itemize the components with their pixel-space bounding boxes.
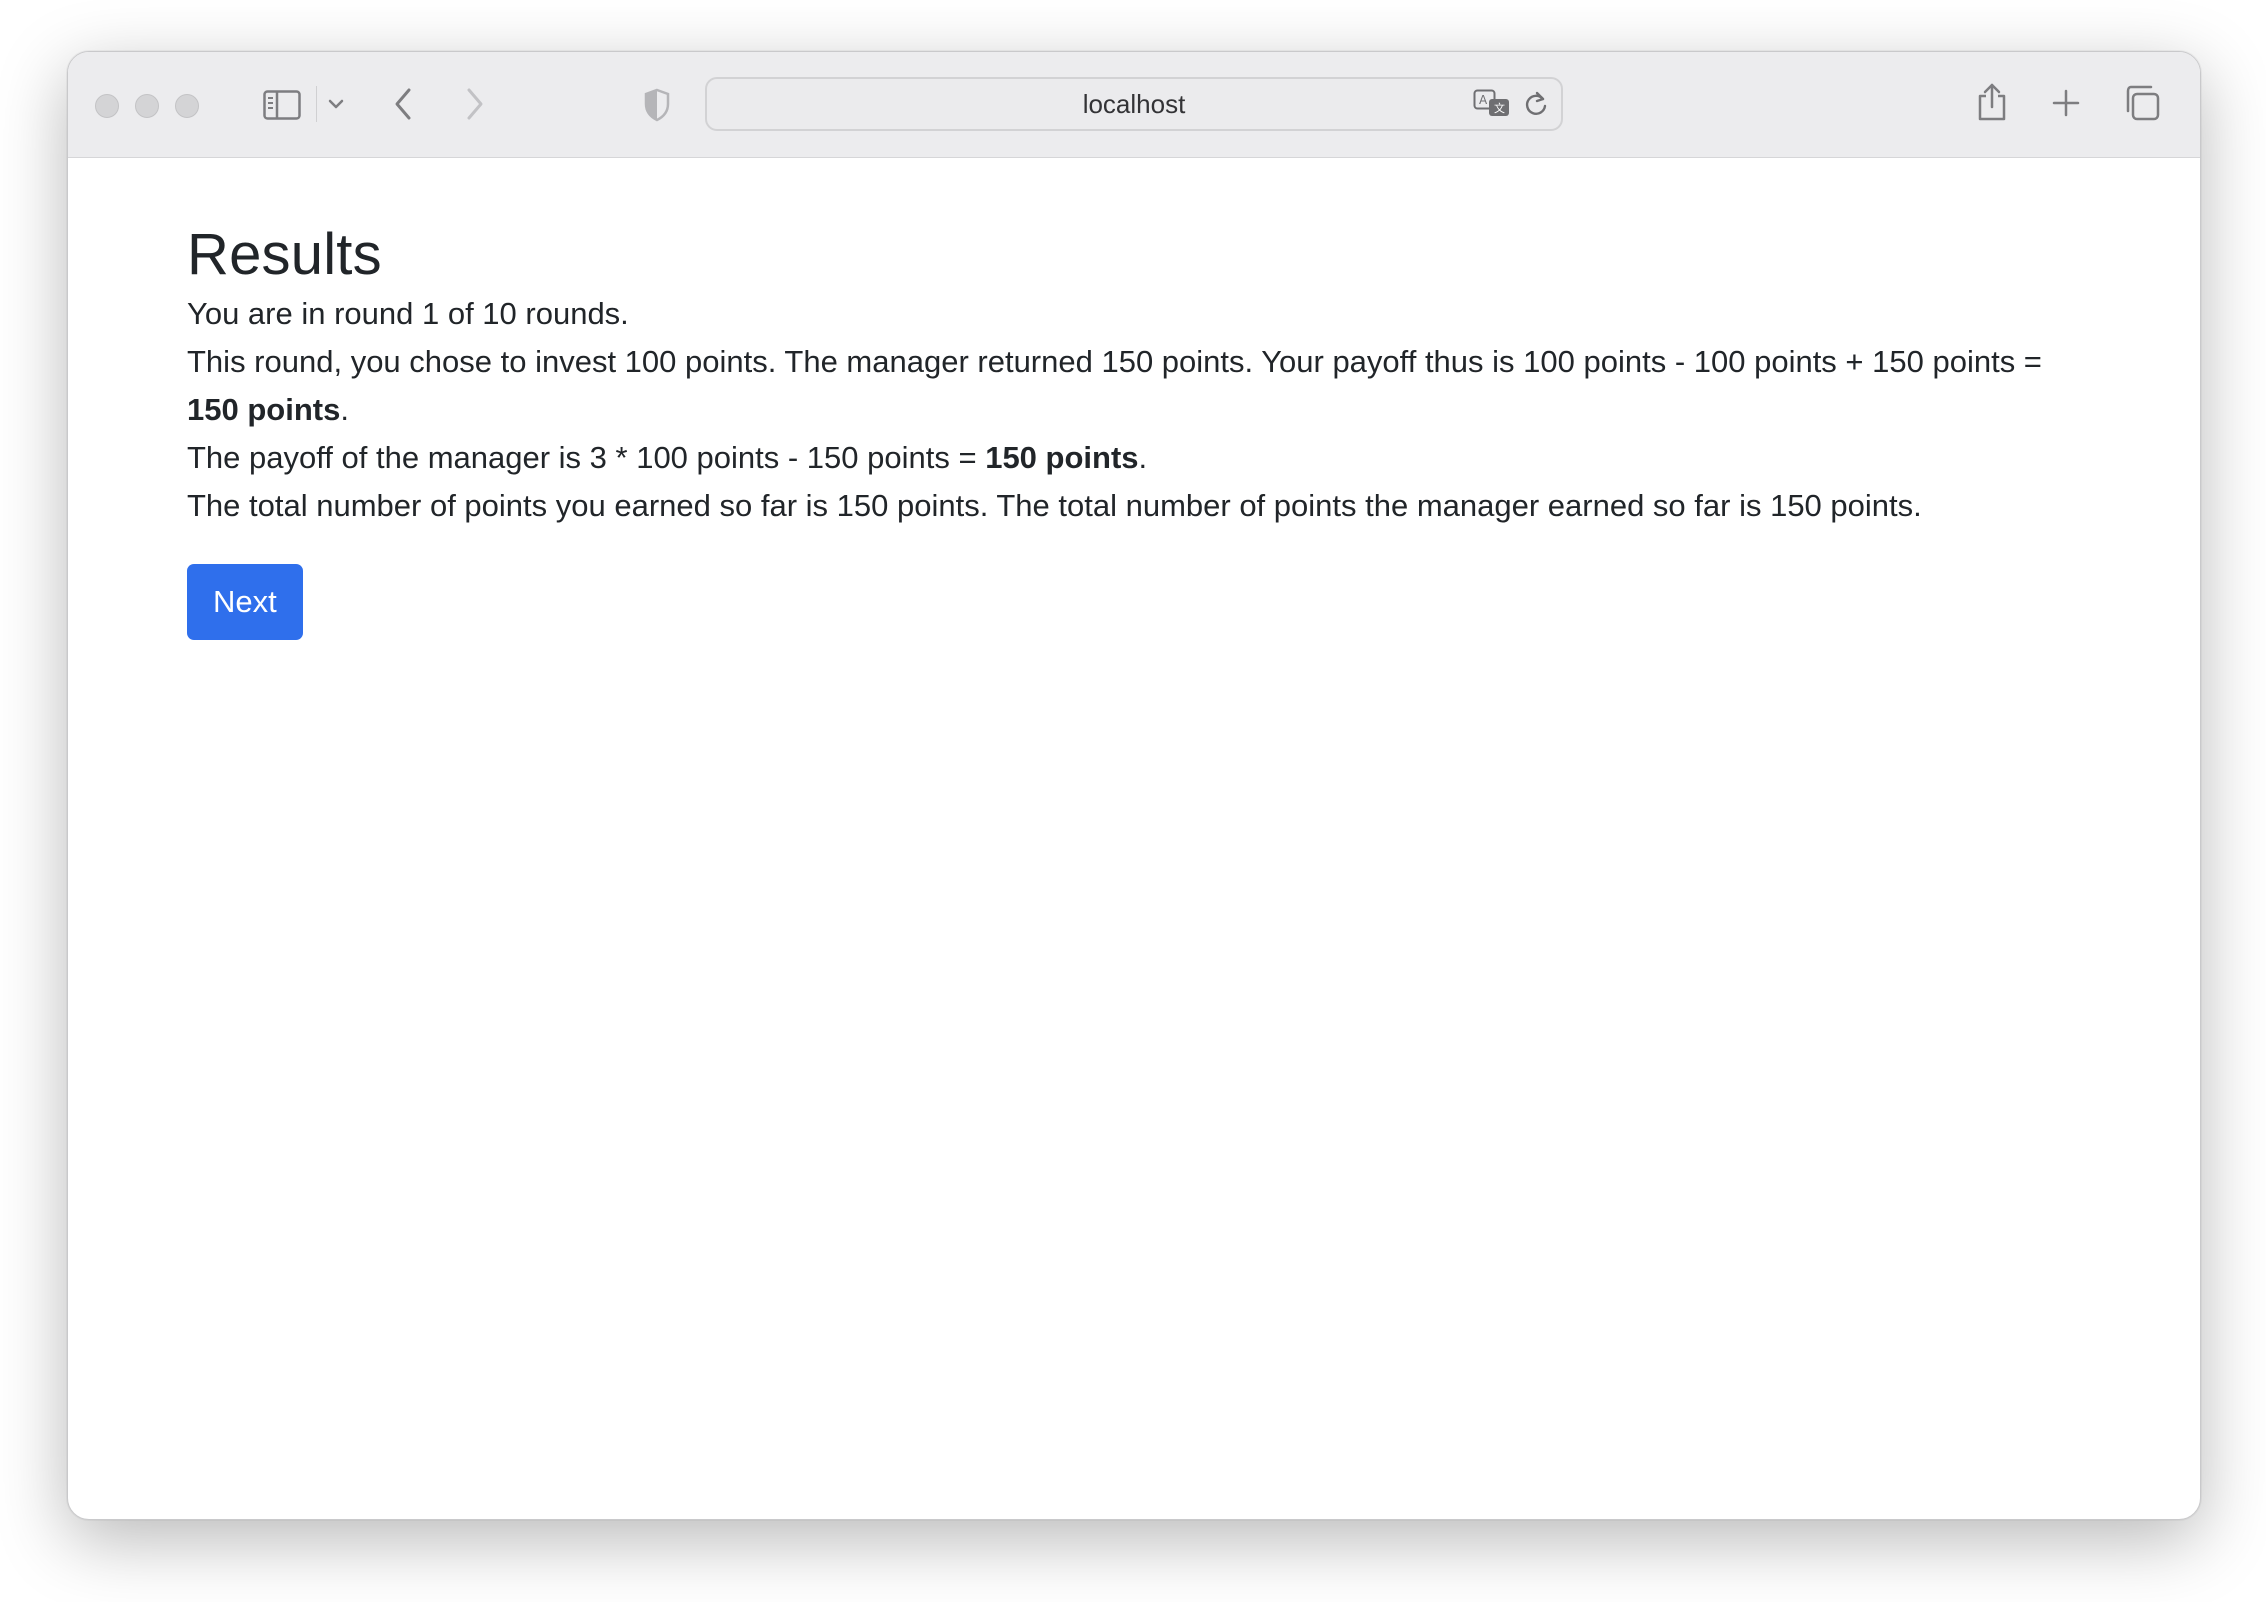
investment-summary: This round, you chose to invest 100 poin…: [187, 338, 2087, 434]
shield-icon[interactable]: [641, 86, 673, 124]
window-close-button[interactable]: [95, 94, 119, 118]
manager-text: The payoff of the manager is 3 * 100 poi…: [187, 439, 986, 475]
manager-suffix: .: [1138, 439, 1148, 475]
address-bar[interactable]: localhost A 文: [705, 77, 1563, 131]
svg-text:文: 文: [1494, 101, 1505, 115]
sidebar-icon[interactable]: [262, 86, 302, 124]
tabs-icon[interactable]: [2123, 84, 2161, 122]
investment-text: This round, you chose to invest 100 poin…: [187, 343, 2042, 379]
chevron-down-icon[interactable]: [324, 92, 348, 116]
page-content: Results You are in round 1 of 10 rounds.…: [187, 220, 2087, 640]
url-text: localhost: [1082, 89, 1186, 119]
share-icon[interactable]: [1975, 80, 2009, 124]
manager-payoff: 150 points: [985, 439, 1139, 475]
investment-payoff: 150 points: [187, 391, 341, 427]
svg-text:A: A: [1479, 93, 1488, 107]
next-button[interactable]: Next: [187, 563, 303, 640]
toolbar-divider: [316, 86, 317, 122]
manager-payoff-summary: The payoff of the manager is 3 * 100 poi…: [187, 434, 2087, 482]
browser-window: localhost A 文 Results You are in round 1…: [67, 51, 2201, 1520]
round-info: You are in round 1 of 10 rounds.: [187, 295, 629, 331]
reload-icon[interactable]: [1522, 90, 1550, 118]
chevron-right-icon[interactable]: [460, 84, 490, 124]
plus-icon[interactable]: [2049, 86, 2083, 120]
chevron-left-icon[interactable]: [388, 84, 418, 124]
window-zoom-button[interactable]: [175, 94, 199, 118]
browser-toolbar: localhost A 文: [68, 52, 2200, 158]
translate-icon[interactable]: A 文: [1472, 88, 1512, 120]
page-title: Results: [187, 222, 382, 287]
total-points-summary: The total number of points you earned so…: [187, 487, 1922, 523]
window-minimize-button[interactable]: [135, 94, 159, 118]
investment-suffix: .: [340, 391, 349, 427]
